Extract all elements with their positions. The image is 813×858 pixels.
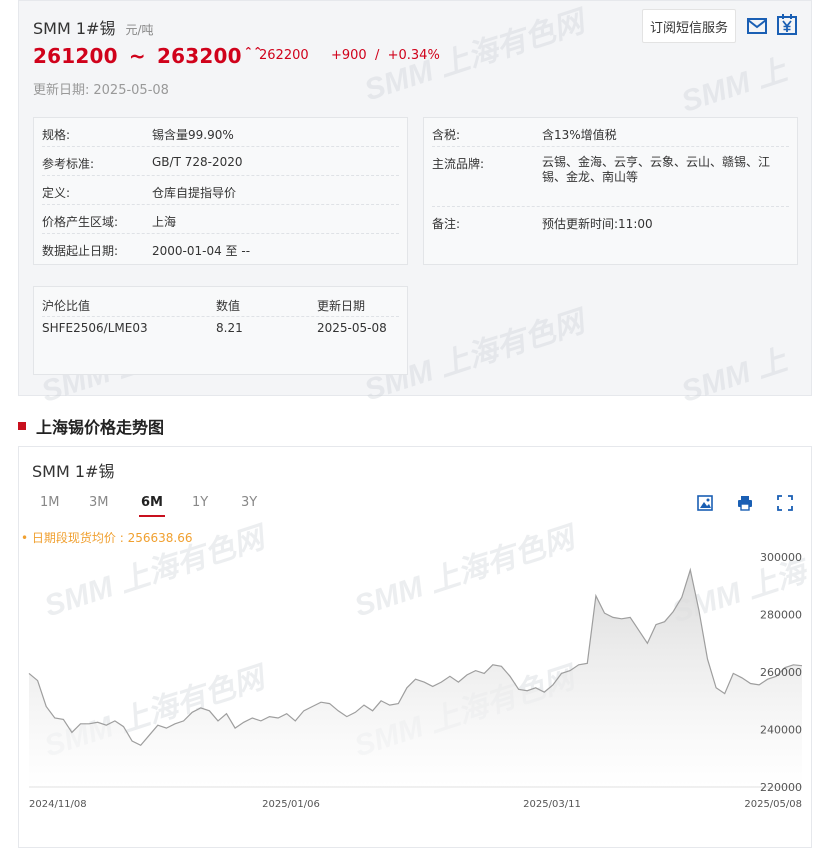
ratio-table-header: 沪伦比值 数值 更新日期 <box>42 295 399 317</box>
y-tick-label: 220000 <box>760 781 802 794</box>
spec-row: 备注: 预估更新时间:11:00 <box>432 207 789 237</box>
update-date-line: 更新日期: 2025-05-08 <box>33 79 169 98</box>
ratio-cell-date: 2025-05-08 <box>317 321 387 335</box>
spec-value: 含13%增值税 <box>542 128 617 142</box>
spec-key: 数据起止日期: <box>42 244 119 258</box>
spec-row: 主流品牌: 云锡、金海、云亨、云象、云山、赣锡、江锡、金龙、南山等 <box>432 147 789 207</box>
spec-row: 定义: 仓库自提指导价 <box>42 176 399 205</box>
spec-box-right: 含税: 含13%增值税 主流品牌: 云锡、金海、云亨、云象、云山、赣锡、江锡、金… <box>423 117 798 265</box>
spec-box-left: 规格: 锡含量99.90% 参考标准: GB/T 728-2020 定义: 仓库… <box>33 117 408 265</box>
spec-key: 主流品牌: <box>432 157 485 171</box>
mail-icon[interactable] <box>746 15 768 37</box>
watermark: SMM 上 <box>677 53 791 119</box>
watermark: SMM 上 <box>677 343 791 409</box>
x-tick-label: 2025/05/08 <box>744 799 802 810</box>
spec-key: 定义: <box>42 186 71 200</box>
spec-row: 价格产生区域: 上海 <box>42 205 399 234</box>
ratio-table: 沪伦比值 数值 更新日期 SHFE2506/LME03 8.21 2025-05… <box>33 286 408 375</box>
price-low: 261200 <box>33 44 118 68</box>
price-info-panel: SMM 上海有色网 SMM 上 SMM 上海有色网 SMM 上 SMM 上 SM… <box>18 0 812 409</box>
average-price: 262200 <box>259 48 309 63</box>
spec-key: 参考标准: <box>42 157 95 171</box>
ratio-header-date: 更新日期 <box>317 299 366 313</box>
sms-subscribe-button[interactable]: 订阅短信服务 <box>642 9 736 43</box>
spec-row: 规格: 锡含量99.90% <box>42 118 399 147</box>
ratio-header-name: 沪伦比值 <box>42 299 91 313</box>
product-title: SMM 1#锡 元/吨 <box>33 15 154 39</box>
spec-key: 价格产生区域: <box>42 215 119 229</box>
x-tick-label: 2025/03/11 <box>523 799 581 810</box>
spec-row: 参考标准: GB/T 728-2020 <box>42 147 399 176</box>
product-name: SMM 1#锡 <box>33 19 116 38</box>
section-bullet-icon <box>18 422 26 430</box>
price-change: +900 / +0.34% <box>331 48 440 63</box>
x-tick-label: 2025/01/06 <box>262 799 320 810</box>
ratio-header-value: 数值 <box>216 299 241 313</box>
spec-key: 备注: <box>432 217 461 231</box>
spec-value: GB/T 728-2020 <box>152 155 243 169</box>
price-tilde: ~ <box>128 44 146 68</box>
spec-row: 含税: 含13%增值税 <box>432 118 789 147</box>
x-tick-label: 2024/11/08 <box>29 799 87 810</box>
section-title: 上海锡价格走势图 <box>18 414 164 438</box>
spec-key: 含税: <box>432 128 461 142</box>
spec-key: 规格: <box>42 128 71 142</box>
update-date-label: 更新日期: <box>33 83 90 98</box>
price-range: 261200 ~ 263200 ⌃⌃ <box>33 44 263 68</box>
spec-row: 数据起止日期: 2000-01-04 至 -- <box>42 234 399 263</box>
price-trend-chart: 220000 240000 260000 280000 300000 2024/11/08… <box>28 551 803 810</box>
section-title-text: 上海锡价格走势图 <box>36 418 165 437</box>
y-tick-label: 300000 <box>760 551 802 564</box>
update-date-value: 2025-05-08 <box>93 83 169 98</box>
price-area <box>29 569 802 787</box>
y-tick-label: 260000 <box>760 666 802 679</box>
ratio-cell-value: 8.21 <box>216 321 243 335</box>
spec-value: 上海 <box>152 215 177 229</box>
chart-panel: SMM 1#锡 1M 3M 6M 1Y 3Y • 日期段现货均价 : 25663… <box>18 446 812 848</box>
spec-value: 云锡、金海、云亨、云象、云山、赣锡、江锡、金龙、南山等 <box>542 155 771 184</box>
price-unit: 元/吨 <box>125 23 154 37</box>
y-tick-label: 280000 <box>760 609 802 622</box>
ratio-cell-name: SHFE2506/LME03 <box>42 321 148 335</box>
y-tick-label: 240000 <box>760 724 802 737</box>
spec-value: 预估更新时间:11:00 <box>542 217 653 231</box>
spec-value: 锡含量99.90% <box>152 128 234 142</box>
spec-value: 2000-01-04 至 -- <box>152 244 251 258</box>
spec-value: 仓库自提指导价 <box>152 186 237 200</box>
price-high: 263200 <box>157 44 242 68</box>
yen-icon[interactable] <box>775 13 799 37</box>
table-row: SHFE2506/LME03 8.21 2025-05-08 <box>42 321 399 341</box>
